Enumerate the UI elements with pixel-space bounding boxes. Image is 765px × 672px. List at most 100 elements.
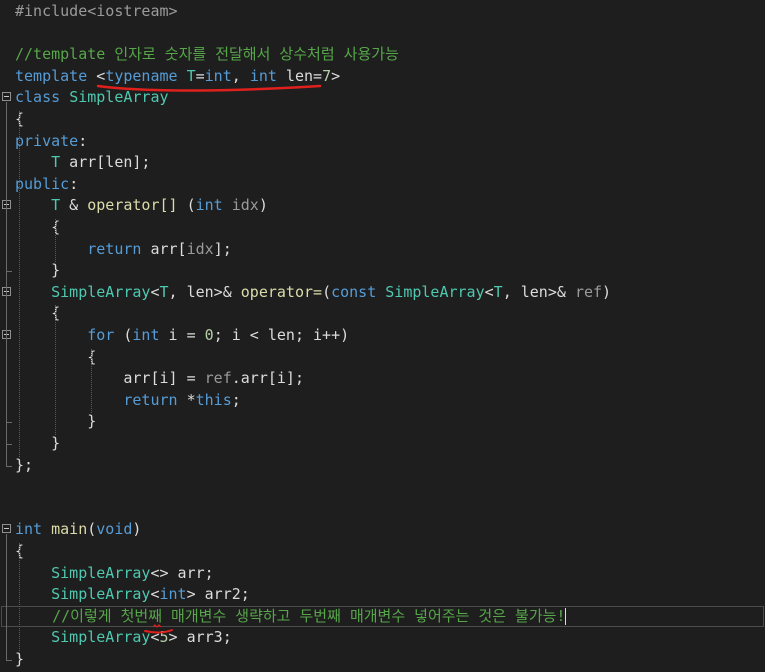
code-text: //이렇게 첫번째 매개변수 생략하고 두번째 매개변수 넣어주는 것은 불가능…	[16, 606, 567, 628]
code-token: ref	[574, 282, 603, 301]
code-token: (	[177, 196, 196, 215]
code-line[interactable]: SimpleArray<> arr;	[0, 563, 765, 585]
code-token: ];	[213, 239, 232, 258]
code-token: )	[258, 196, 268, 215]
code-text: return *this;	[15, 390, 241, 412]
code-token: }	[15, 434, 61, 452]
collapse-icon[interactable]	[2, 524, 11, 534]
fold-range-end	[6, 422, 12, 424]
code-token: :	[69, 174, 79, 193]
code-line[interactable]	[0, 476, 765, 498]
code-token: )	[132, 520, 142, 539]
code-token: SimpleArray	[385, 282, 485, 301]
code-token: ; i < len; i++)	[213, 326, 350, 344]
code-token: }	[15, 261, 61, 280]
code-token: :	[78, 131, 88, 150]
code-line[interactable]: }	[0, 649, 765, 671]
code-text: }	[15, 260, 60, 282]
text-caret	[565, 607, 567, 625]
code-token: len=	[276, 66, 323, 85]
code-token: arr[i] =	[15, 369, 205, 388]
code-line[interactable]: T & operator[] (int idx)	[0, 195, 765, 217]
code-token: .arr[i];	[231, 369, 304, 388]
indent-guide	[19, 543, 20, 651]
code-line[interactable]: arr[i] = ref.arr[i];	[0, 368, 765, 390]
code-line[interactable]: SimpleArray<int> arr2;	[0, 584, 765, 606]
fold-range-end	[6, 465, 12, 467]
code-line[interactable]: {	[0, 109, 765, 131]
indent-guide	[55, 219, 56, 263]
code-token: {	[15, 304, 61, 323]
code-token: T	[159, 282, 169, 301]
code-token: SimpleArray	[51, 282, 151, 301]
indent-guide	[19, 111, 20, 457]
code-line[interactable]: }	[0, 411, 765, 433]
code-line[interactable]	[0, 23, 765, 45]
code-line[interactable]	[0, 498, 765, 520]
fold-range-line	[6, 210, 7, 272]
code-line[interactable]: public:	[0, 174, 765, 196]
code-line[interactable]: private:	[0, 131, 765, 153]
code-line[interactable]: };	[0, 455, 765, 477]
code-token: i =	[159, 326, 205, 344]
code-token: SimpleArray	[51, 563, 151, 582]
code-line[interactable]: class SimpleArray	[0, 87, 765, 109]
code-line[interactable]: for (int i = 0; i < len; i++)	[0, 325, 765, 347]
code-token: > arr2;	[186, 585, 250, 604]
code-line[interactable]: }	[0, 260, 765, 282]
code-token: <	[484, 282, 494, 301]
code-editor[interactable]: #include<iostream> //template 인자로 숫자를 전달해…	[0, 0, 765, 672]
code-token: *	[177, 390, 196, 409]
code-line[interactable]: int main(void)	[0, 519, 765, 541]
code-token: =	[195, 66, 205, 85]
code-line[interactable]: }	[0, 433, 765, 455]
code-token: operator[]	[87, 196, 178, 215]
code-line[interactable]: {	[0, 541, 765, 563]
code-line[interactable]: {	[0, 303, 765, 325]
code-line[interactable]: //이렇게 첫번째 매개변수 생략하고 두번째 매개변수 넣어주는 것은 불가능…	[1, 605, 764, 628]
code-token: >	[331, 66, 341, 85]
code-token: 5	[159, 628, 169, 647]
code-line[interactable]: return *this;	[0, 390, 765, 412]
code-token: void	[96, 520, 133, 539]
code-token: <	[150, 585, 160, 604]
indent-guide	[91, 348, 92, 414]
code-line[interactable]: T arr[len];	[0, 152, 765, 174]
code-line[interactable]: template <typename T=int, int len=7>	[0, 66, 765, 88]
code-line[interactable]: SimpleArray<T, len>& operator=(const Sim…	[0, 282, 765, 304]
code-token: arr[len];	[60, 153, 151, 172]
code-text: template <typename T=int, int len=7>	[15, 66, 340, 88]
code-token: int	[195, 196, 223, 215]
code-line[interactable]: {	[0, 217, 765, 239]
code-text: SimpleArray<> arr;	[15, 563, 214, 585]
code-text: SimpleArray<T, len>& operator=(const Sim…	[15, 282, 611, 304]
code-token: T	[186, 66, 196, 85]
code-token: )	[602, 282, 612, 301]
code-text: {	[15, 303, 60, 325]
code-line[interactable]: //template 인자로 숫자를 전달해서 상수처럼 사용가능	[0, 44, 765, 66]
collapse-icon[interactable]	[2, 92, 11, 102]
code-line[interactable]: SimpleArray<5> arr3;	[0, 627, 765, 649]
code-token: {	[15, 218, 61, 236]
code-token: ;	[231, 390, 241, 409]
code-token: }	[15, 650, 25, 668]
code-token: <	[150, 282, 160, 301]
code-line[interactable]: {	[0, 347, 765, 369]
code-line[interactable]: return arr[idx];	[0, 239, 765, 261]
code-line[interactable]: #include<iostream>	[0, 1, 765, 23]
indent-guide	[55, 305, 56, 435]
code-text: for (int i = 0; i < len; i++)	[15, 325, 349, 347]
code-token: T	[51, 153, 61, 172]
code-text: class SimpleArray	[15, 87, 169, 109]
code-token: private	[15, 131, 79, 150]
fold-range-line	[6, 340, 7, 423]
code-token: };	[15, 455, 34, 474]
code-text: int main(void)	[15, 519, 141, 541]
